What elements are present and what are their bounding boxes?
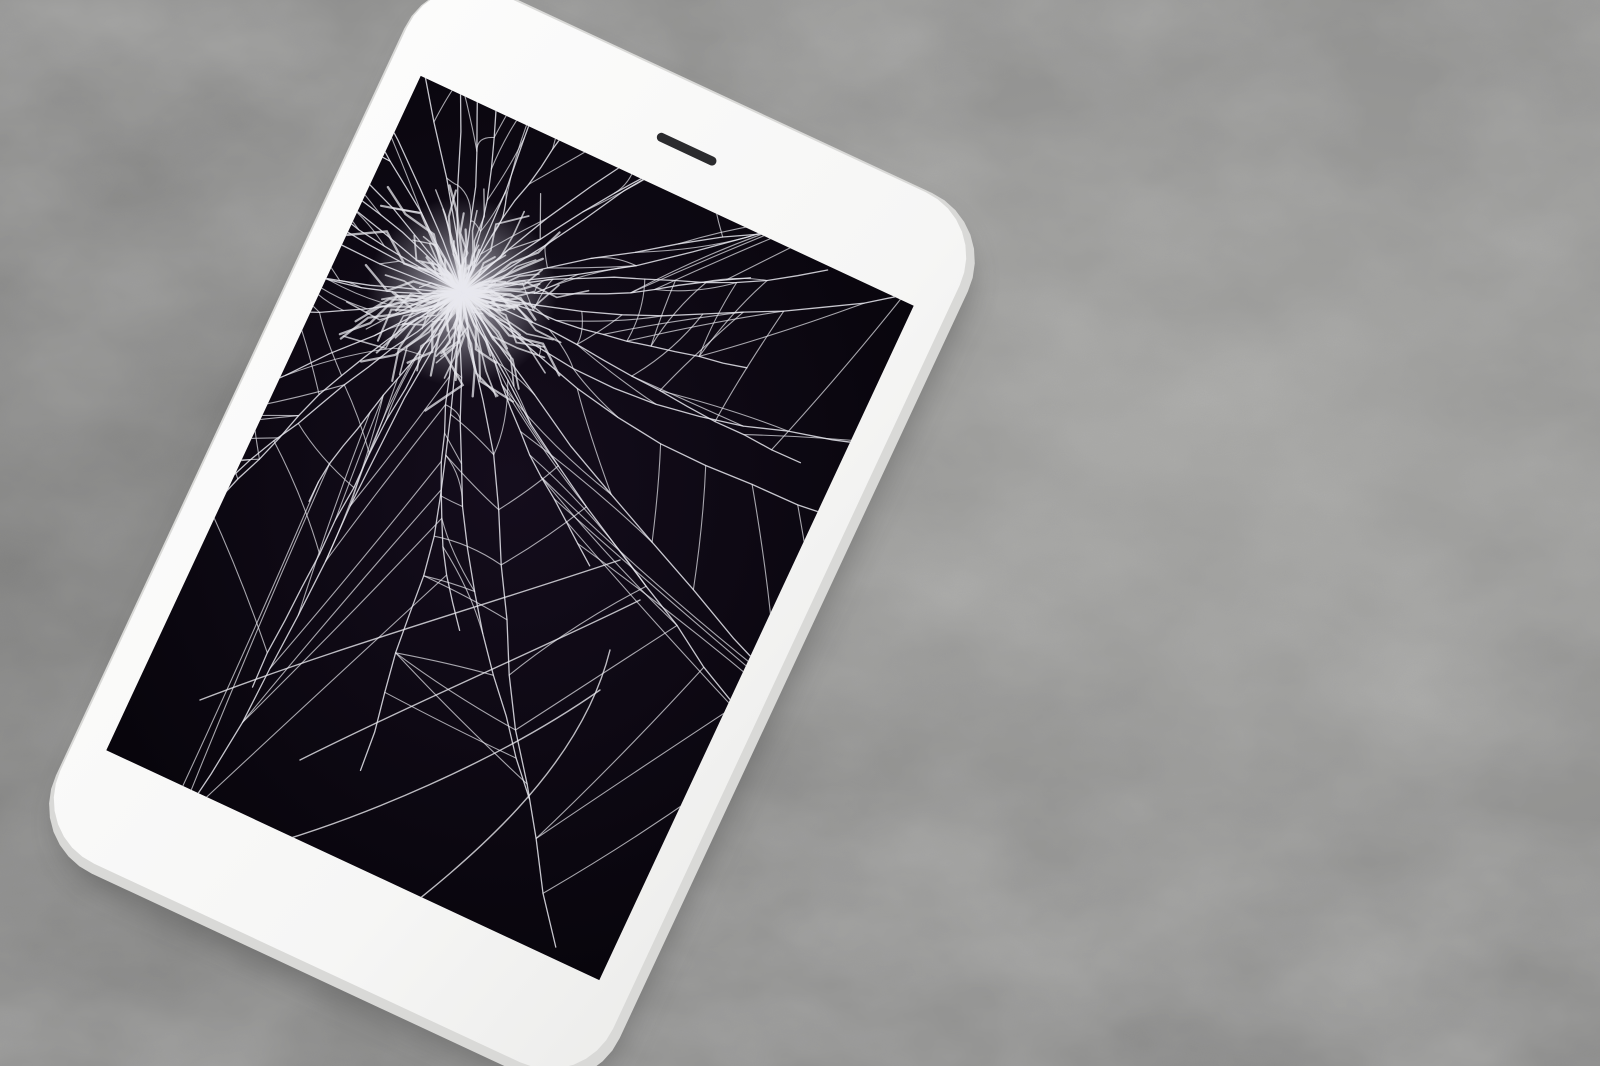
photo-scene xyxy=(0,0,1600,1066)
